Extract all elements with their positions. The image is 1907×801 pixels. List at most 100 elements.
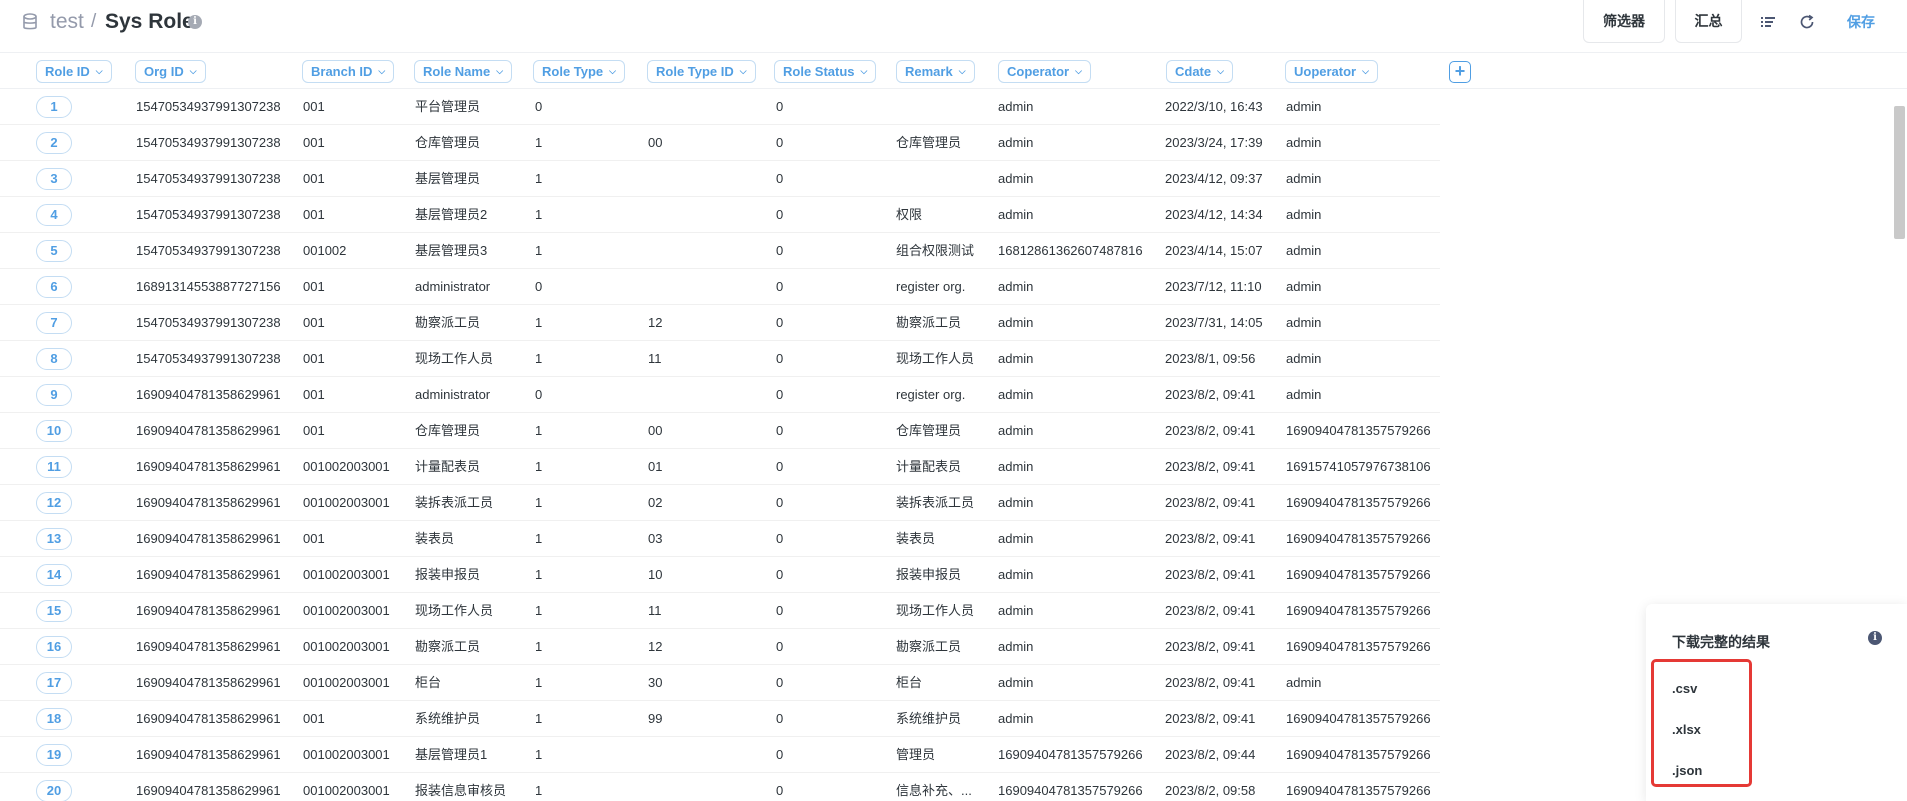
column-header-role-type-id[interactable]: Role Type ID ⌵ <box>647 60 756 83</box>
table-row[interactable]: 13 16909404781358629961 001 装表员 1 03 0 装表员 admin… <box>0 521 1440 557</box>
row-id-pill[interactable]: 10 <box>36 420 72 442</box>
column-header-role-name[interactable]: Role Name ⌵ <box>414 60 513 83</box>
row-id-pill[interactable]: 5 <box>36 240 72 262</box>
table-row[interactable]: 17 16909404781358629961 001002003001 柜台 1 30 0… <box>0 665 1440 701</box>
column-header-org-id[interactable]: Org ID ⌵ <box>135 60 206 83</box>
table-cell: 16909404781357579266 <box>1286 567 1431 582</box>
info-icon[interactable]: i <box>188 15 202 29</box>
table-cell: 柜台 <box>896 675 923 690</box>
table-cell: 001002 <box>303 243 347 258</box>
table-cell: 1 <box>535 603 543 618</box>
column-header-branch-id[interactable]: Branch ID ⌵ <box>302 60 395 83</box>
column-header-cdate[interactable]: Cdate ⌵ <box>1166 60 1233 83</box>
row-id-pill[interactable]: 7 <box>36 312 72 334</box>
breadcrumb-database[interactable]: test <box>50 10 84 34</box>
row-id-pill[interactable]: 20 <box>36 780 72 801</box>
column-header-role-id[interactable]: Role ID ⌵ <box>36 60 112 83</box>
table-cell: 001 <box>303 711 325 726</box>
table-cell: 2022/3/10, 16:43 <box>1165 99 1263 114</box>
column-header-remark[interactable]: Remark ⌵ <box>896 60 975 83</box>
row-id-pill[interactable]: 18 <box>36 708 72 730</box>
table-cell: 0 <box>776 675 784 690</box>
table-row[interactable]: 4 15470534937991307238 001 基层管理员2 1 0 权限 admin 2… <box>0 197 1440 233</box>
table-row[interactable]: 11 16909404781358629961 001002003001 计量配表员 1… <box>0 449 1440 485</box>
table-row[interactable]: 12 16909404781358629961 001002003001 装拆表派工员… <box>0 485 1440 521</box>
table-cell: 1 <box>535 207 543 222</box>
table-cell: 001002003001 <box>303 567 390 582</box>
table-cell: 1 <box>535 711 543 726</box>
table-cell: 0 <box>776 387 784 402</box>
column-header-coperator[interactable]: Coperator ⌵ <box>998 60 1091 83</box>
table-cell: 30 <box>648 675 663 690</box>
table-cell: 16909404781358629961 <box>136 459 281 474</box>
row-id-pill[interactable]: 17 <box>36 672 72 694</box>
row-id-pill[interactable]: 16 <box>36 636 72 658</box>
table-cell: admin <box>1286 279 1322 294</box>
table-row[interactable]: 8 15470534937991307238 001 现场工作人员 1 11 0 现场工作人员… <box>0 341 1440 377</box>
table-row[interactable]: 6 16891314553887727156 001 administrator 0 0 r… <box>0 269 1440 305</box>
save-button[interactable]: 保存 <box>1847 12 1875 32</box>
table-row[interactable]: 18 16909404781358629961 001 系统维护员 1 99 0 系统维护员 a… <box>0 701 1440 737</box>
table-cell: 1 <box>535 351 543 366</box>
row-id-pill[interactable]: 9 <box>36 384 72 406</box>
download-csv-option[interactable]: .csv <box>1672 681 1697 696</box>
table-cell: 00 <box>648 423 663 438</box>
table-cell: 2023/7/12, 11:10 <box>1165 279 1262 294</box>
row-id-pill[interactable]: 2 <box>36 132 72 154</box>
row-id-pill[interactable]: 14 <box>36 564 72 586</box>
summarize-button[interactable]: 汇总 <box>1675 0 1742 43</box>
table-row[interactable]: 15 16909404781358629961 001002003001 现场工作人员… <box>0 593 1440 629</box>
info-icon[interactable]: i <box>1868 631 1882 645</box>
table-row[interactable]: 1 1547053493799130723​8 001 平台管理员 0 0 admin 202… <box>0 89 1440 125</box>
table-row[interactable]: 9 16909404781358629961 001 administrator 0 0 r… <box>0 377 1440 413</box>
download-json-option[interactable]: .json <box>1672 763 1702 778</box>
download-xlsx-option[interactable]: .xlsx <box>1672 722 1701 737</box>
row-id-pill[interactable]: 3 <box>36 168 72 190</box>
table-row[interactable]: 14 16909404781358629961 001002003001 报装申报员 1… <box>0 557 1440 593</box>
add-column-button[interactable]: + <box>1449 61 1471 83</box>
table-cell: 16909404781358629961 <box>136 783 281 798</box>
table-cell: 16909404781357579266 <box>1286 531 1431 546</box>
list-settings-icon[interactable] <box>1758 12 1778 32</box>
table-cell: 16909404781358629961 <box>136 711 281 726</box>
row-id-pill[interactable]: 8 <box>36 348 72 370</box>
table-row[interactable]: 5 15470534937991307238 001002 基层管理员3 1 0 组合权限测… <box>0 233 1440 269</box>
table-cell: 仓库管理员 <box>896 423 962 438</box>
row-id-pill[interactable]: 15 <box>36 600 72 622</box>
table-cell: admin <box>998 567 1034 582</box>
table-row[interactable]: 2 15470534937991307238 001 仓库管理员 1 00 0 仓库管理员 ad… <box>0 125 1440 161</box>
table-cell: admin <box>1286 351 1322 366</box>
table-cell: 2023/8/2, 09:58 <box>1165 783 1256 798</box>
row-id-pill[interactable]: 13 <box>36 528 72 550</box>
column-header-role-type[interactable]: Role Type ⌵ <box>533 60 625 83</box>
table-cell: 001002003001 <box>303 639 390 654</box>
row-id-pill[interactable]: 4 <box>36 204 72 226</box>
column-header-uoperator[interactable]: Uoperator ⌵ <box>1285 60 1378 83</box>
filter-button[interactable]: 筛选器 <box>1583 0 1665 43</box>
table-cell: 0 <box>535 99 543 114</box>
download-title: 下载完整的结果 <box>1672 634 1770 650</box>
table-cell: 2023/4/12, 14:34 <box>1165 207 1263 222</box>
table-cell: 2023/7/31, 14:05 <box>1165 315 1263 330</box>
row-id-pill[interactable]: 11 <box>36 456 72 478</box>
refresh-icon[interactable] <box>1797 12 1817 32</box>
column-header-role-status[interactable]: Role Status ⌵ <box>774 60 877 83</box>
table-cell: administrator <box>415 279 491 294</box>
table-cell: admin <box>998 207 1034 222</box>
table-cell: 15470534937991307238 <box>136 351 281 366</box>
table-cell: admin <box>1286 675 1322 690</box>
table-row[interactable]: 20 16909404781358629961 001002003001 报装信息审核… <box>0 773 1440 801</box>
table-row[interactable]: 19 16909404781358629961 001002003001 基层管理员1… <box>0 737 1440 773</box>
table-cell: 0 <box>776 279 784 294</box>
table-cell: admin <box>998 135 1034 150</box>
table-row[interactable]: 3 15470534937991307238 001 基层管理员 1 0 admin 2023… <box>0 161 1440 197</box>
row-id-pill[interactable]: 6 <box>36 276 72 298</box>
table-cell: 001 <box>303 351 325 366</box>
row-id-pill[interactable]: 19 <box>36 744 72 766</box>
row-id-pill[interactable]: 12 <box>36 492 72 514</box>
table-row[interactable]: 10 16909404781358629961 001 仓库管理员 1 00 0 仓库管理员 a… <box>0 413 1440 449</box>
table-row[interactable]: 16 16909404781358629961 001002003001 勘察派工员 1… <box>0 629 1440 665</box>
row-id-pill[interactable]: 1 <box>36 96 72 118</box>
table-row[interactable]: 7 15470534937991307238 001 勘察派工员 1 12 0 勘察派工员 ad… <box>0 305 1440 341</box>
scrollbar-thumb[interactable] <box>1894 106 1905 239</box>
